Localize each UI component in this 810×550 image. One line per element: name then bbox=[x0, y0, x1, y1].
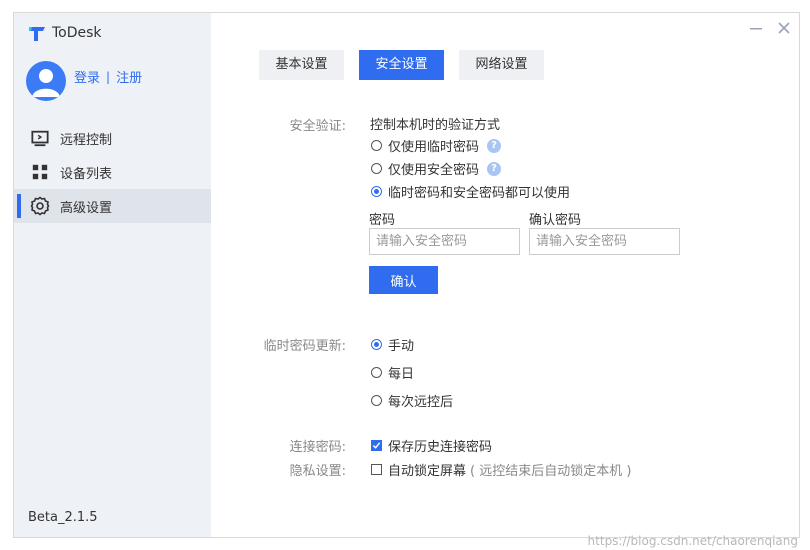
temp-update-label: 临时密码更新: bbox=[263, 339, 346, 354]
radio-temp-password-only[interactable]: 仅使用临时密码 ? bbox=[371, 136, 502, 155]
radio-circle bbox=[371, 395, 382, 406]
check-icon bbox=[372, 442, 381, 449]
help-icon[interactable]: ? bbox=[487, 138, 502, 153]
password-label: 密码 bbox=[369, 213, 396, 228]
version-label: Beta_2.1.5 bbox=[28, 510, 98, 525]
sidebar-nav: 远程控制 设备列表 高级设置 bbox=[14, 121, 211, 223]
sidebar-item-remote-control[interactable]: 远程控制 bbox=[14, 121, 211, 155]
sidebar-item-label: 远程控制 bbox=[60, 132, 113, 148]
save-history-password-checkbox[interactable]: 保存历史连接密码 bbox=[371, 436, 492, 455]
radio-update-daily[interactable]: 每日 bbox=[371, 363, 414, 382]
radio-label: 仅使用临时密码 bbox=[388, 140, 480, 155]
user-icon bbox=[32, 69, 60, 97]
tab-security-settings[interactable]: 安全设置 bbox=[359, 50, 444, 80]
confirm-password-label: 确认密码 bbox=[529, 213, 582, 228]
register-link[interactable]: 注册 bbox=[116, 67, 142, 86]
app-title: ToDesk bbox=[52, 25, 102, 41]
watermark: https://blog.csdn.net/chaorenqiang bbox=[587, 534, 798, 548]
sidebar-item-label: 高级设置 bbox=[60, 200, 113, 216]
connection-password-label: 连接密码: bbox=[289, 440, 346, 455]
radio-secure-password-only[interactable]: 仅使用安全密码 ? bbox=[371, 159, 502, 178]
radio-circle bbox=[371, 186, 382, 197]
security-description: 控制本机时的验证方式 bbox=[370, 118, 501, 133]
confirm-button[interactable]: 确认 bbox=[369, 266, 438, 294]
radio-circle bbox=[371, 163, 382, 174]
radio-update-manual[interactable]: 手动 bbox=[371, 335, 414, 354]
sidebar: ToDesk 登录 | 注册 远程控制 设备列表 高级设置 Beta_2.1.5 bbox=[14, 13, 211, 537]
auth-links: 登录 | 注册 bbox=[74, 67, 142, 87]
radio-update-after-each-session[interactable]: 每次远控后 bbox=[371, 391, 453, 410]
tab-network-settings[interactable]: 网络设置 bbox=[459, 50, 544, 80]
brand: ToDesk bbox=[28, 21, 102, 45]
checkbox-label: 自动锁定屏幕 bbox=[388, 464, 467, 479]
tab-basic-settings[interactable]: 基本设置 bbox=[259, 50, 344, 80]
radio-label: 仅使用安全密码 bbox=[388, 163, 480, 178]
radio-label: 每次远控后 bbox=[388, 395, 454, 410]
avatar[interactable] bbox=[26, 61, 66, 101]
radio-circle bbox=[371, 339, 382, 350]
privacy-label: 隐私设置: bbox=[289, 464, 346, 479]
device-grid-icon bbox=[30, 162, 50, 182]
app-window: ToDesk 登录 | 注册 远程控制 设备列表 高级设置 Beta_2.1.5… bbox=[13, 12, 800, 538]
checkbox-box bbox=[371, 464, 382, 475]
auth-separator: | bbox=[106, 69, 111, 84]
main-panel: 基本设置 安全设置 网络设置 安全验证: 控制本机时的验证方式 仅使用临时密码 … bbox=[211, 13, 799, 537]
sidebar-item-advanced-settings[interactable]: 高级设置 bbox=[14, 189, 211, 223]
radio-circle bbox=[371, 140, 382, 151]
confirm-password-input[interactable] bbox=[529, 228, 680, 255]
radio-circle bbox=[371, 367, 382, 378]
help-icon[interactable]: ? bbox=[487, 161, 502, 176]
radio-label: 临时密码和安全密码都可以使用 bbox=[388, 186, 571, 201]
sidebar-item-device-list[interactable]: 设备列表 bbox=[14, 155, 211, 189]
todesk-logo-icon bbox=[29, 27, 45, 41]
radio-label: 每日 bbox=[388, 367, 415, 382]
password-input[interactable] bbox=[369, 228, 520, 255]
gear-icon bbox=[30, 196, 50, 216]
auto-lock-screen-checkbox[interactable]: 自动锁定屏幕 ( 远控结束后自动锁定本机 ) bbox=[371, 460, 631, 479]
login-link[interactable]: 登录 bbox=[74, 67, 100, 86]
radio-label: 手动 bbox=[388, 339, 415, 354]
checkbox-box bbox=[371, 440, 382, 451]
sidebar-item-label: 设备列表 bbox=[60, 166, 113, 182]
security-label: 安全验证: bbox=[289, 119, 346, 134]
settings-tabs: 基本设置 安全设置 网络设置 bbox=[259, 50, 559, 80]
checkbox-label: 保存历史连接密码 bbox=[388, 440, 493, 455]
checkbox-hint: ( 远控结束后自动锁定本机 ) bbox=[470, 464, 632, 479]
remote-control-icon bbox=[30, 128, 50, 148]
radio-both-passwords[interactable]: 临时密码和安全密码都可以使用 bbox=[371, 182, 570, 201]
